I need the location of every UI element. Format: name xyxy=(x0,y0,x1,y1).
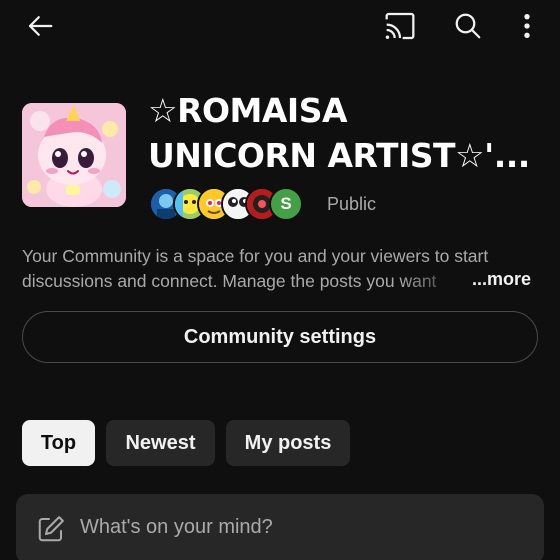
description-line-1: Your Community is a space for you and yo… xyxy=(22,246,489,266)
community-description[interactable]: Your Community is a space for you and yo… xyxy=(22,244,542,294)
description-fade xyxy=(400,269,470,294)
filter-chip-my-posts[interactable]: My posts xyxy=(226,420,350,466)
more-link[interactable]: ...more xyxy=(472,269,531,290)
search-button[interactable] xyxy=(450,8,486,44)
member-avatars[interactable]: S xyxy=(149,187,319,223)
community-settings-button[interactable]: Community settings xyxy=(22,311,538,363)
filter-chip-top[interactable]: Top xyxy=(22,420,95,466)
community-page: ☆ROMAISA UNICORN ARTIST☆'... S Public Yo… xyxy=(0,0,560,560)
more-vert-icon xyxy=(524,13,530,39)
member-avatar: S xyxy=(269,187,303,221)
description-line-2: discussions and connect. Manage the post… xyxy=(22,269,470,294)
post-composer[interactable]: What's on your mind? xyxy=(16,494,544,560)
description-line-2-text: discussions and connect. Manage the post… xyxy=(22,271,437,291)
edit-icon xyxy=(38,516,64,542)
community-title-line-2: UNICORN ARTIST☆'... xyxy=(148,136,530,175)
search-icon xyxy=(455,13,481,39)
visibility-label: Public xyxy=(327,194,377,214)
back-button[interactable] xyxy=(22,8,58,44)
community-title: ☆ROMAISA UNICORN ARTIST☆'... xyxy=(148,88,548,178)
community-avatar[interactable] xyxy=(22,103,126,207)
community-title-line-1: ☆ROMAISA xyxy=(148,91,348,130)
cast-icon xyxy=(385,12,415,40)
cast-button[interactable] xyxy=(380,8,420,44)
unicorn-avatar-image xyxy=(22,103,126,207)
composer-placeholder: What's on your mind? xyxy=(80,516,273,538)
top-app-bar xyxy=(0,0,560,56)
filter-chip-newest[interactable]: Newest xyxy=(106,420,215,466)
more-options-button[interactable] xyxy=(512,8,542,44)
back-arrow-icon xyxy=(28,16,53,36)
member-initial: S xyxy=(280,194,292,213)
